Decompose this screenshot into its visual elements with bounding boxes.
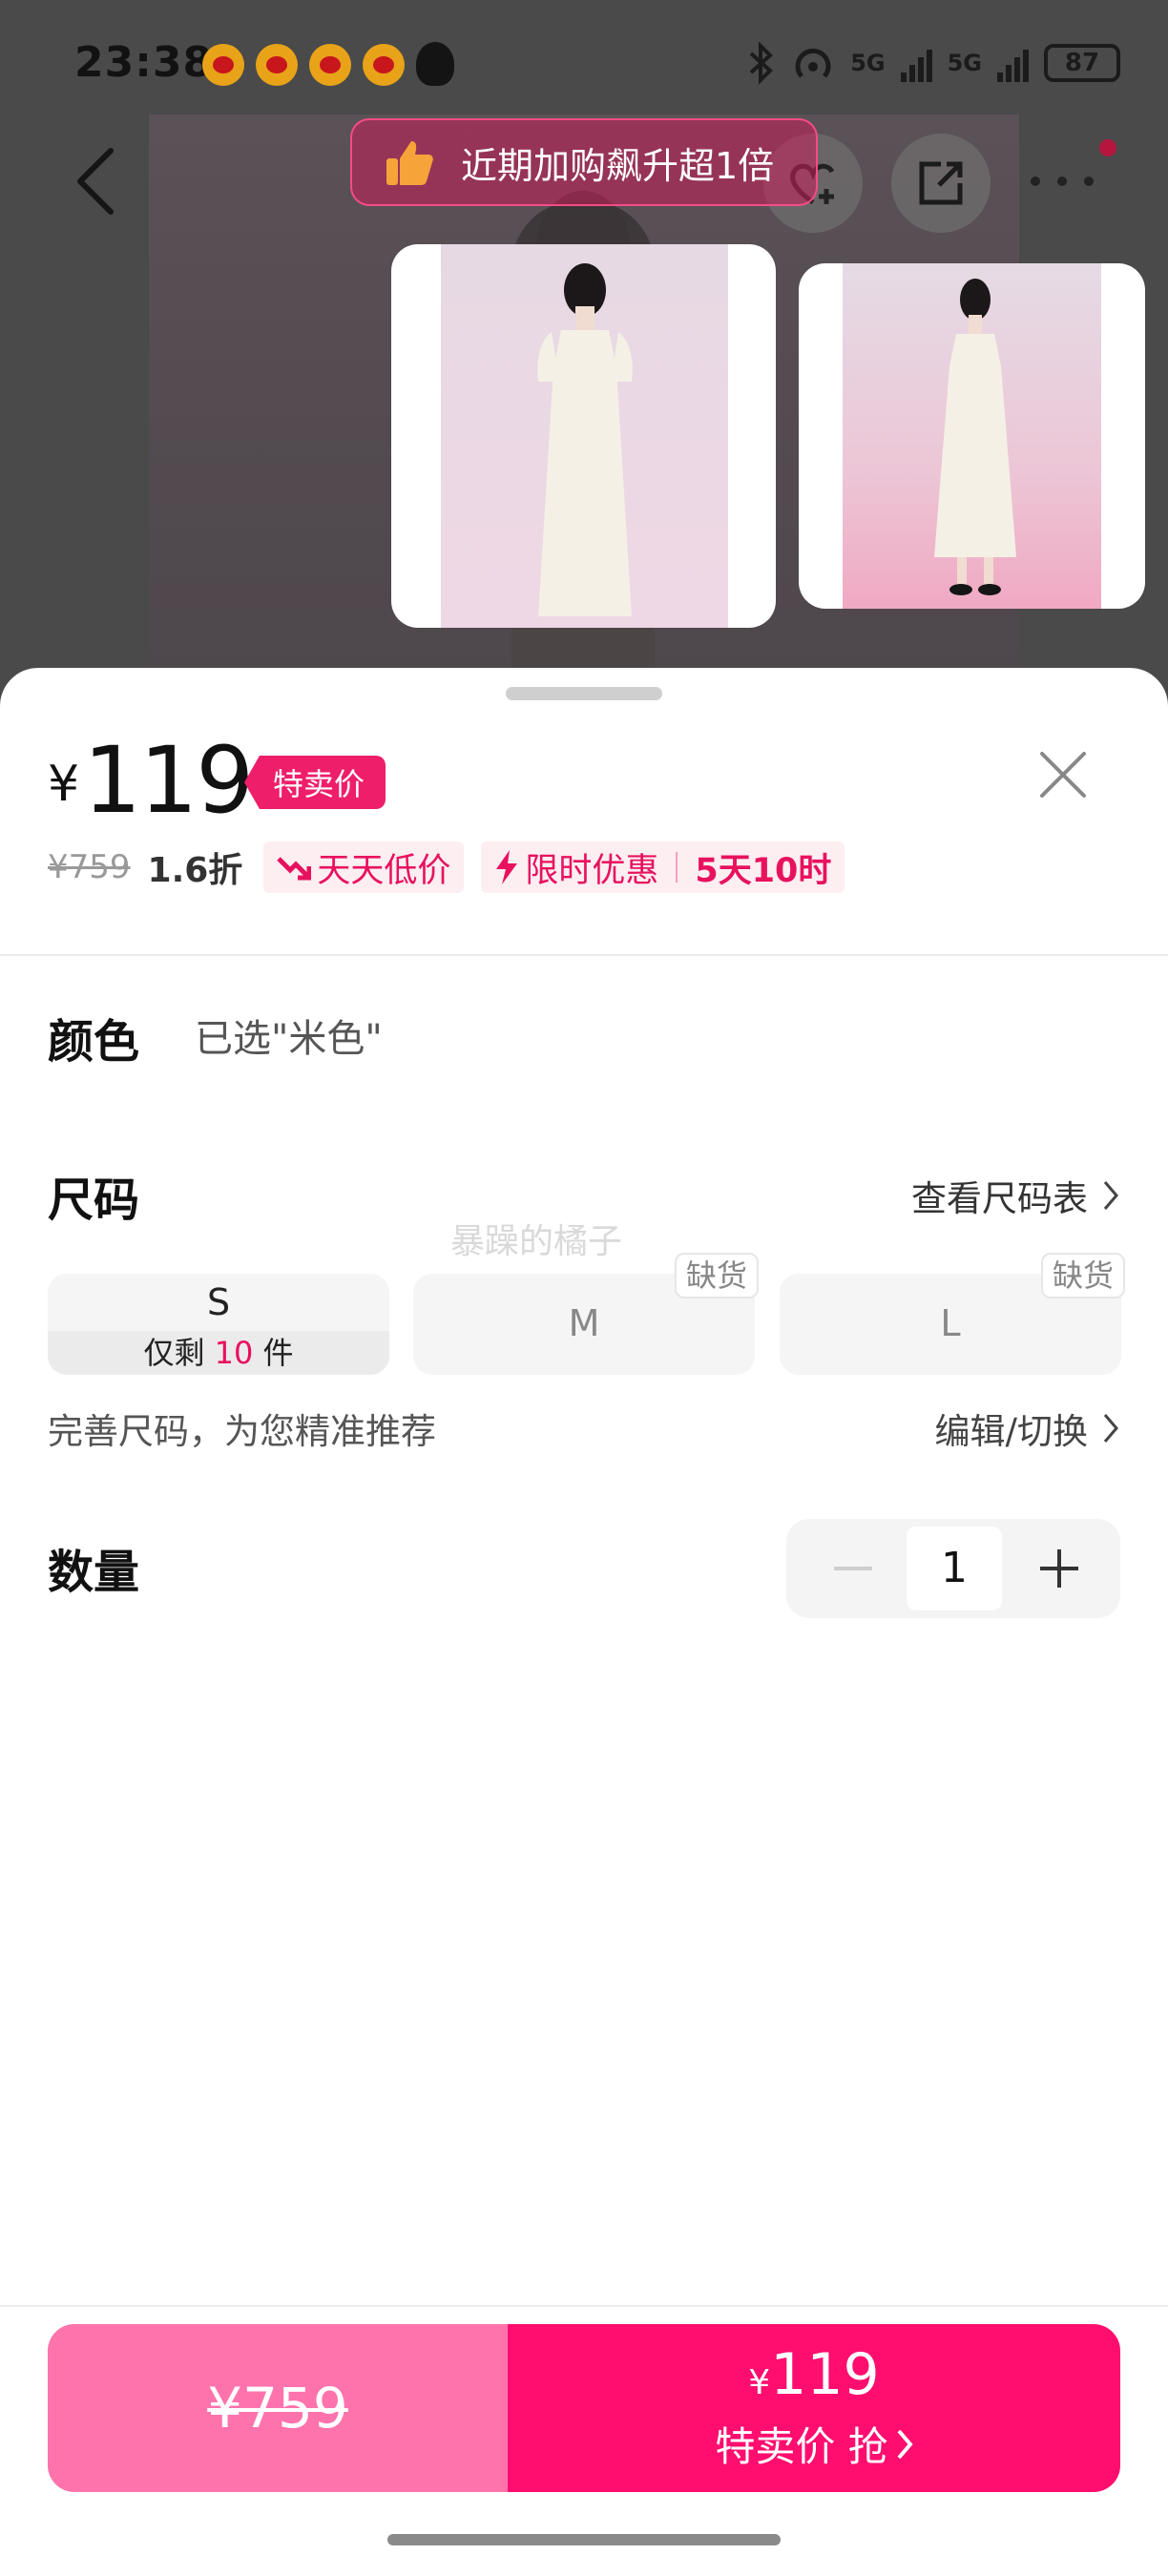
currency-symbol: ¥ [48,756,80,813]
sheet-drag-handle[interactable] [506,687,662,700]
add-to-cart-trend-toast: 近期加购飙升超1倍 [350,118,818,206]
stock-remaining: 仅剩 10 件 [48,1331,389,1375]
minus-icon[interactable] [824,1548,882,1589]
discount-rate: 1.6折 [147,851,243,890]
watermark: 暴躁的橘子 [450,1222,623,1261]
quantity-stepper: 1 [786,1519,1120,1618]
out-of-stock-badge: 缺货 [674,1253,759,1298]
countdown-text: 5天10时 [695,851,832,890]
sku-selection-sheet: ¥ 119 特卖价 ¥759 1.6折 天天低价 限时优惠 5天10时 颜色 已… [0,668,1168,2576]
hotspot-icon [795,48,831,78]
size-label: 尺码 [48,1174,140,1227]
status-time: 23:38 [74,38,214,87]
plus-icon[interactable] [1032,1542,1086,1595]
size-recommend-text: 完善尺码，为您精准推荐 [48,1411,436,1452]
edit-switch-text: 编辑/切换 [934,1411,1088,1452]
daily-low-price-text: 天天低价 [317,851,451,890]
buy-bar: ¥759 ¥119 特卖价 抢 [48,2324,1120,2492]
current-price: ¥ 119 [48,727,254,834]
more-options-icon[interactable] [1031,177,1094,186]
home-indicator[interactable] [387,2534,781,2545]
section-divider [0,954,1168,956]
signal-icon [997,44,1029,82]
weibo-icon [256,44,298,86]
size-chart-text: 查看尺码表 [911,1178,1088,1219]
quantity-value[interactable]: 1 [907,1527,1002,1610]
network-type-2: 5G [947,50,982,76]
color-label: 颜色 [48,1015,140,1069]
weibo-icon [363,44,405,86]
buy-now-button[interactable]: ¥119 特卖价 抢 [508,2324,1120,2492]
back-arrow-icon[interactable] [67,143,124,219]
daily-low-price-chip: 天天低价 [263,841,465,893]
dress-image [537,263,633,616]
size-option-l[interactable]: L 缺货 [780,1253,1125,1375]
price-amount: 119 [83,727,254,834]
original-price: ¥759 [48,848,131,886]
buy-original-price: ¥759 [207,2376,348,2441]
battery-icon: 87 [1044,44,1120,82]
lightning-icon [496,850,518,884]
chevron-right-icon [1103,1181,1118,1210]
product-thumbnail-1[interactable] [391,244,776,628]
weibo-icon [202,44,244,86]
status-bar: 23:38 5G 5G 87 [0,0,1168,134]
chevron-right-icon [1103,1414,1118,1443]
product-thumbnail-2[interactable] [799,263,1145,609]
toast-text: 近期加购飙升超1倍 [461,144,775,187]
buy-special-price: ¥119 [748,2341,880,2408]
close-icon[interactable] [1034,746,1092,803]
special-price-tag: 特卖价 [244,756,386,809]
edit-switch-link[interactable]: 编辑/切换 [935,1402,1120,1454]
share-icon [919,161,963,205]
trend-down-icon [277,857,312,881]
quantity-label: 数量 [48,1546,140,1599]
size-option-label: M [568,1302,600,1344]
price-info-row: ¥759 1.6折 天天低价 限时优惠 5天10时 [48,841,845,893]
signal-icon [900,44,932,82]
system-icons: 5G 5G 87 [747,42,1120,84]
notification-dot [1099,139,1116,156]
network-type-1: 5G [850,50,886,76]
size-option-label: L [940,1302,961,1344]
qq-icon [416,42,454,86]
dress-image [934,279,1016,595]
weibo-icon [309,44,351,86]
limited-offer-text: 限时优惠 [525,851,659,890]
buy-cta: 特卖价 抢 [715,2415,913,2473]
bluetooth-icon [749,42,774,84]
color-selected: 已选"米色" [195,1017,383,1061]
product-page-background: 23:38 5G 5G 87 近期加购飙升超1倍 [0,0,1168,725]
limited-offer-chip: 限时优惠 5天10时 [481,841,845,893]
out-of-stock-badge: 缺货 [1040,1253,1125,1298]
original-price-button[interactable]: ¥759 [48,2324,508,2492]
size-option-m[interactable]: M 缺货 [413,1253,759,1375]
size-option-s[interactable]: S 仅剩 10 件 [48,1274,389,1375]
chevron-right-icon [897,2429,913,2459]
footer-divider [0,2305,1168,2307]
size-chart-link[interactable]: 查看尺码表 [911,1170,1120,1221]
size-option-label: S [206,1281,231,1323]
thumbs-up-icon [386,141,433,185]
share-button[interactable] [891,134,991,233]
